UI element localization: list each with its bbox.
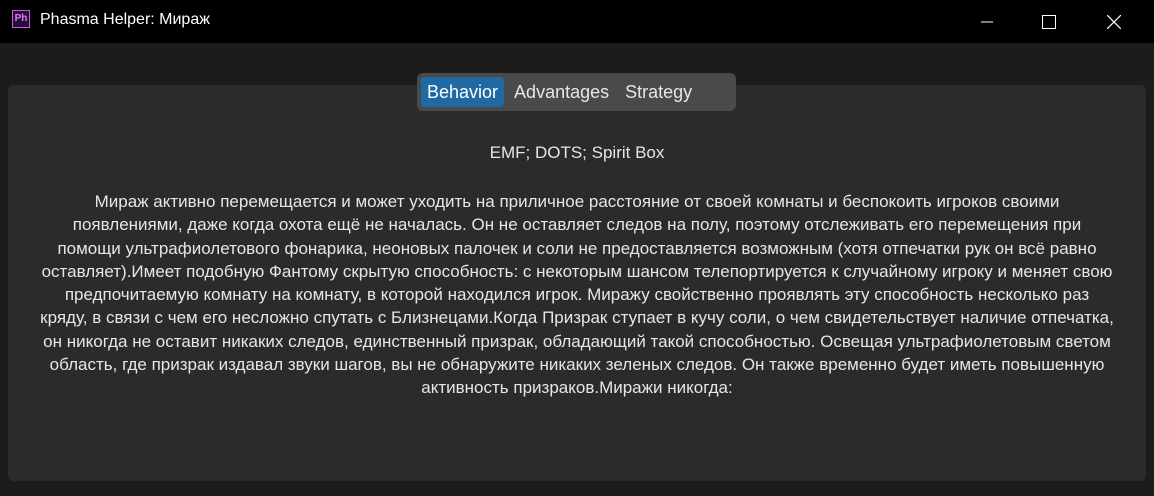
close-button[interactable]: [1091, 0, 1137, 43]
title-bar[interactable]: Ph Phasma Helper: Мираж: [0, 0, 1154, 43]
maximize-icon: [1042, 14, 1056, 29]
phasma-app-icon: Ph: [12, 10, 30, 28]
app-window: Ph Phasma Helper: Мираж Behavior Advanta…: [0, 0, 1154, 496]
tab-behavior[interactable]: Behavior: [421, 77, 505, 107]
minimize-icon: [981, 21, 993, 22]
tab-advantages[interactable]: Advantages: [508, 77, 615, 107]
tab-strategy[interactable]: Strategy: [619, 77, 698, 107]
ghost-description: Мираж активно перемещается и может уходи…: [40, 192, 1114, 398]
tab-bar: Behavior Advantages Strategy: [417, 73, 736, 111]
maximize-button[interactable]: [1026, 0, 1072, 43]
minimize-button[interactable]: [964, 0, 1010, 43]
close-icon: [1107, 14, 1121, 29]
evidence-list: EMF; DOTS; Spirit Box: [489, 143, 665, 162]
window-title: Phasma Helper: Мираж: [40, 11, 210, 28]
